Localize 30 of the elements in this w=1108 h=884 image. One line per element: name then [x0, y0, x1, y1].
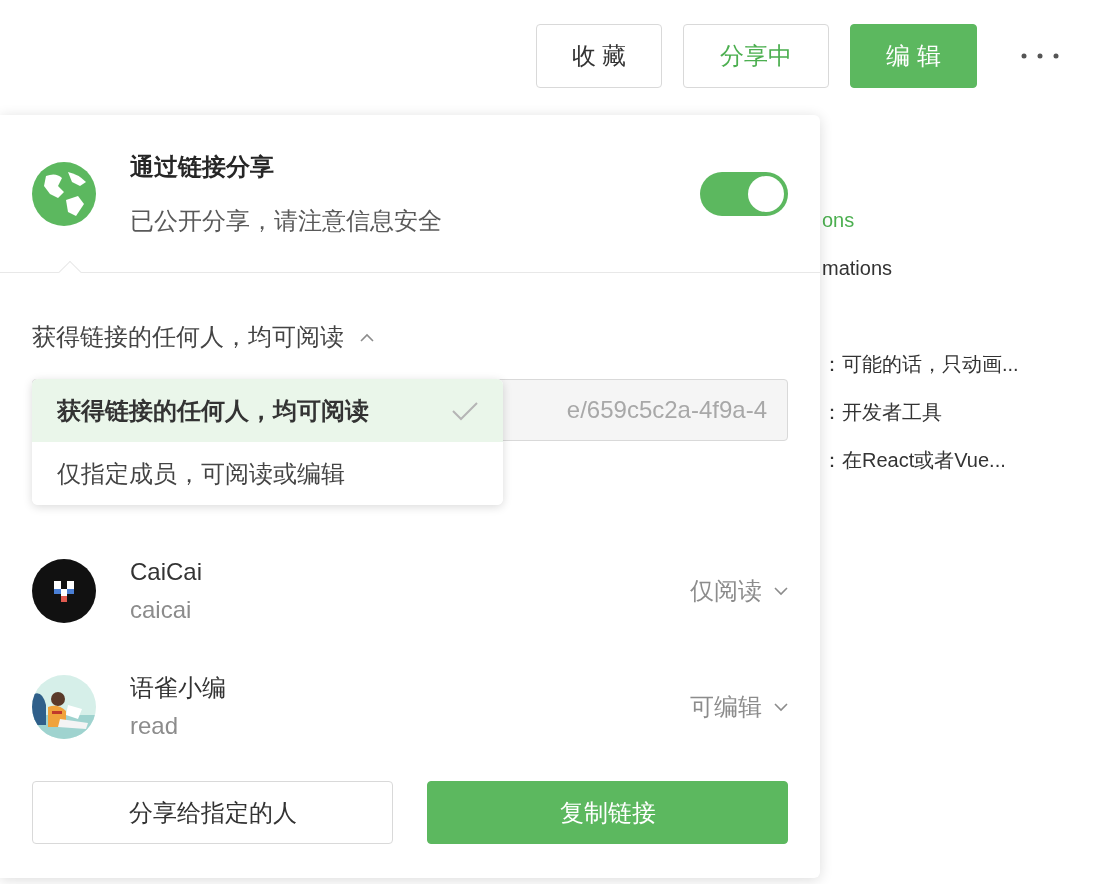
share-subtitle: 已公开分享，请注意信息安全: [130, 205, 443, 236]
member-name: 语雀小编: [130, 674, 227, 702]
share-title: 通过链接分享: [130, 151, 275, 182]
permission-dropdown[interactable]: 可编辑: [690, 689, 788, 725]
outline-text: ：在React或者Vue...: [822, 448, 1006, 473]
member-username: read: [130, 712, 180, 740]
permission-dropdown[interactable]: 仅阅读: [690, 573, 788, 609]
avatar-icon: [32, 559, 96, 623]
share-toggle[interactable]: [700, 171, 788, 216]
access-option[interactable]: 获得链接的任何人，均可阅读: [32, 379, 503, 442]
toolbar-button[interactable]: 分享中: [683, 24, 829, 88]
chevron-down-icon: [774, 702, 788, 712]
check-icon: [452, 400, 478, 421]
outline-text: ：可能的话，只动画...: [822, 352, 1019, 377]
member-username: caicai: [130, 596, 193, 624]
access-dropdown[interactable]: 获得链接的任何人，均可阅读: [32, 319, 374, 355]
member-name: CaiCai: [130, 558, 204, 586]
link-text[interactable]: ons: [822, 205, 855, 235]
more-icon[interactable]: [1020, 52, 1060, 60]
link-field[interactable]: e/659c5c2a-4f9a-4: [517, 392, 767, 428]
access-option[interactable]: 仅指定成员，可阅读或编辑: [32, 442, 503, 505]
toolbar-button[interactable]: 收 藏: [536, 24, 662, 88]
footer-button[interactable]: 分享给指定的人: [32, 781, 393, 844]
chevron-down-icon: [774, 586, 788, 596]
caret-icon: [360, 332, 374, 342]
toolbar-button[interactable]: 编 辑: [850, 24, 977, 88]
outline-text: ：开发者工具: [822, 400, 942, 425]
outline-text: mations: [822, 256, 893, 281]
globe-icon: [32, 161, 96, 226]
footer-button[interactable]: 复制链接: [427, 781, 788, 844]
